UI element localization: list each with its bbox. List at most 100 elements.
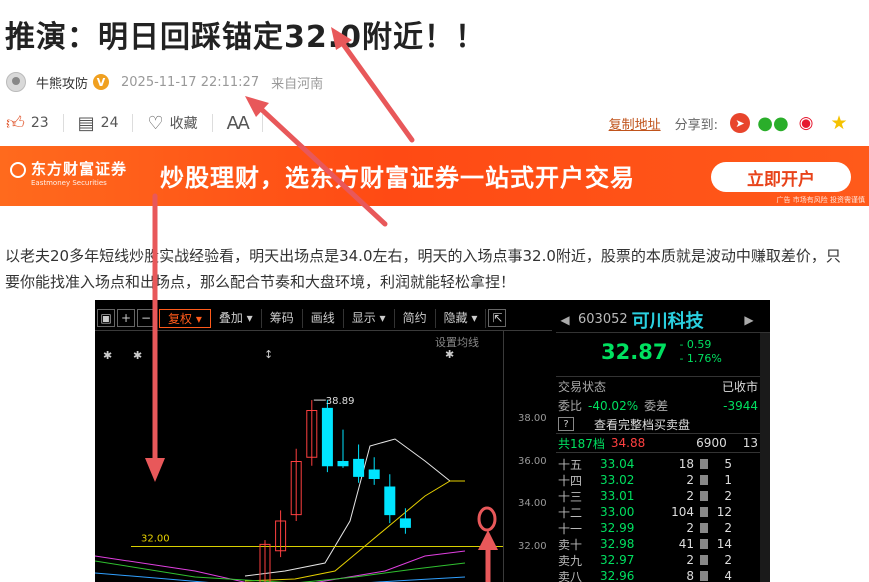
book-bar [700, 507, 708, 517]
book-price: 32.99 [600, 521, 635, 535]
window-icon[interactable]: ▣ [97, 309, 115, 327]
toutiao-icon[interactable]: ➤ [730, 113, 750, 133]
side-strip [760, 333, 770, 582]
book-volume: 41 [678, 537, 694, 551]
banner-slogan: 炒股理财，选东方财富证券一站式开户交易 [160, 164, 635, 192]
book-price: 32.98 [600, 537, 635, 551]
wechat-icon[interactable]: ●● [757, 113, 788, 134]
book-price: 32.97 [600, 553, 635, 567]
toolbar-item-4[interactable]: 显示 ▾ [344, 308, 395, 328]
banner-logo-cn: 东方财富证券 [31, 160, 128, 178]
font-size-button[interactable]: AA [227, 113, 263, 134]
book-level: 十五 [558, 457, 583, 472]
book-bar [700, 539, 708, 549]
star-icon[interactable]: ★ [829, 112, 849, 134]
top-volume: 6900 [696, 436, 727, 450]
event-marker-0: ✱ [103, 349, 112, 362]
book-volume: 2 [686, 521, 694, 535]
price-change: - 0.59 [679, 338, 712, 351]
toolbar-item-1[interactable]: 叠加 ▾ [211, 308, 262, 328]
book-level: 卖十 [558, 537, 583, 552]
comment-button[interactable]: ▤ 24 [77, 112, 134, 134]
comment-icon: ▤ [77, 112, 95, 134]
status-value: 已收市 [721, 380, 758, 394]
fullscreen-icon[interactable]: ⇱ [488, 309, 507, 327]
book-level: 十二 [558, 505, 583, 520]
event-marker-3: ✱ [445, 348, 454, 361]
ratio-label: 委比 [558, 399, 583, 413]
chart-toolbar: ▣ + − 复权 ▾ 叠加 ▾ 筹码 画线 显示 ▾ 简约 隐藏 ▾ ⇱ [95, 307, 552, 329]
book-level: 卖八 [558, 569, 583, 582]
order-book-row: 卖八 32.96 8 4 [556, 568, 770, 582]
prev-stock-icon[interactable]: ◀ [556, 313, 574, 327]
comment-count: 24 [100, 115, 119, 131]
y-tick-1: 32.00 [518, 540, 547, 552]
book-level: 卖九 [558, 553, 583, 568]
ad-banner[interactable]: 东方财富证券 Eastmoney Securities 炒股理财，选东方财富证券… [0, 146, 869, 206]
favorite-button[interactable]: ♡ 收藏 [147, 112, 213, 134]
y-tick-4: 38.00 [518, 413, 547, 424]
book-level: 十一 [558, 521, 583, 536]
book-count: 12 [716, 505, 732, 519]
article-meta: 牛熊攻防 V 2025-11-17 22:11:27 来自河南 [6, 70, 323, 94]
book-price: 33.04 [600, 457, 635, 471]
y-tick-2: 34.00 [518, 498, 547, 509]
quote-price-row: 32.87 - 0.59 - 1.76% [556, 333, 770, 371]
book-bar [700, 459, 708, 469]
order-book-row: 十四 33.02 2 1 [556, 472, 770, 488]
heart-icon: ♡ [147, 112, 164, 134]
order-book: 十五 33.04 18 5 十四 33.02 2 1 十三 33.01 2 2 十二 33.00 104 12… [556, 453, 770, 582]
author-name[interactable]: 牛熊攻防 [36, 73, 88, 92]
full-book-button[interactable]: ? 查看完整档买卖盘 [556, 415, 770, 434]
top-price: 34.88 [610, 436, 646, 450]
book-count: 14 [716, 537, 732, 551]
zoom-out-icon[interactable]: − [137, 309, 155, 327]
next-stock-icon[interactable]: ▶ [740, 313, 758, 327]
toolbar-item-3[interactable]: 画线 [303, 308, 344, 328]
book-bar [700, 523, 708, 533]
toolbar-item-2[interactable]: 筹码 [262, 308, 303, 328]
article-title: 推演：明日回踩锚定32.0附近！！ [5, 20, 487, 55]
quote-panel: ◀ 603052 可川科技 ▶ 32.87 - 0.59 - 1.76% 交易状… [556, 307, 770, 582]
verified-badge-icon: V [93, 74, 110, 90]
ma-line-1 [244, 480, 465, 582]
status-label: 交易状态 [558, 380, 607, 394]
candle-body-10 [337, 461, 349, 467]
book-level: 十三 [558, 489, 583, 504]
location: 来自河南 [271, 76, 324, 92]
share-label: 分享到: [674, 117, 718, 133]
publish-time: 2025-11-17 22:11:27 [121, 74, 260, 90]
book-bar [700, 475, 708, 485]
order-book-row: 十二 33.00 104 12 [556, 504, 770, 520]
copy-link[interactable]: 复制地址 [609, 114, 661, 133]
article-body: 以老夫20多年短线炒股实战经验看，明天出场点是34.0左右，明天的入场点事32.… [5, 247, 841, 291]
avatar[interactable] [6, 72, 26, 92]
like-button[interactable]: 👍︎ 23 [6, 113, 64, 134]
toolbar-item-5[interactable]: 简约 [395, 308, 436, 328]
event-marker-2: ↕ [264, 348, 273, 361]
total-levels: 共187档 [558, 436, 605, 451]
toolbar-item-6[interactable]: 隐藏 ▾ [436, 308, 487, 328]
book-price: 33.00 [600, 505, 635, 519]
open-account-button[interactable]: 立即开户 [711, 162, 851, 192]
weibo-icon[interactable]: ◉ [796, 113, 816, 133]
order-book-row: 卖十 32.98 41 14 [556, 536, 770, 552]
book-count: 4 [724, 569, 732, 582]
help-icon[interactable]: ? [558, 417, 574, 431]
zoom-in-icon[interactable]: + [117, 309, 135, 327]
total-levels-row: 共187档 34.88 6900 13 [556, 434, 770, 453]
status-row: 交易状态 已收市 [556, 377, 770, 396]
like-count: 23 [30, 115, 49, 131]
book-count: 2 [724, 553, 732, 567]
full-book-label: 查看完整档买卖盘 [594, 417, 691, 432]
banner-logo: 东方财富证券 Eastmoney Securities [10, 158, 127, 187]
ma-line-4 [95, 572, 466, 582]
ratio-row: 委比 -40.02% 委差 -3944 [556, 396, 770, 415]
ma-line-0 [244, 438, 451, 577]
chart-canvas: ✱ ✱ ↕ ✱ 32.00 38.89 [95, 348, 503, 582]
candle-body-11 [353, 458, 365, 477]
toolbar-item-0[interactable]: 复权 ▾ [159, 308, 211, 328]
book-volume: 2 [686, 553, 694, 567]
stock-screenshot: ▣ + − 复权 ▾ 叠加 ▾ 筹码 画线 显示 ▾ 简约 隐藏 ▾ ⇱ 设置均线 ✱ ✱ ↕ ✱… [95, 300, 770, 582]
candlestick-chart: 设置均线 ✱✱↕✱32.0038.89 30.0032.0034.0036.00… [95, 330, 552, 582]
